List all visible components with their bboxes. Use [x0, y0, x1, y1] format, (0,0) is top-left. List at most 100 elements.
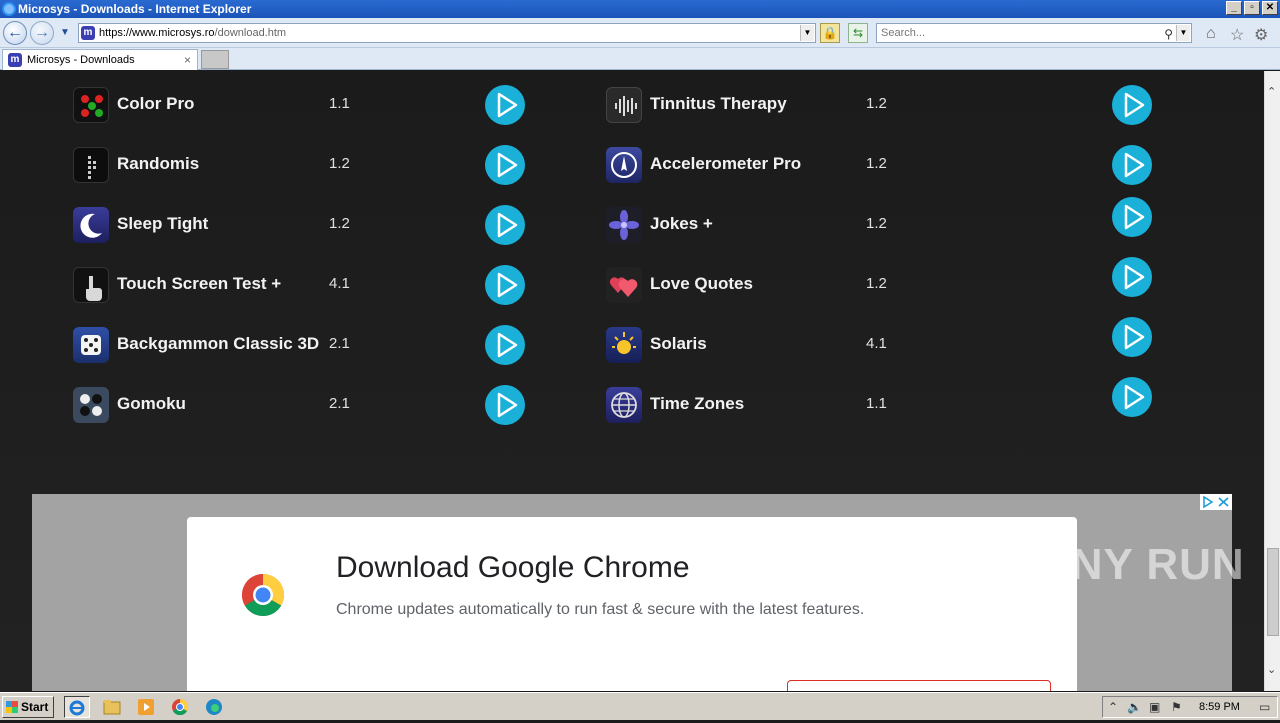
vertical-scrollbar[interactable]: ⌃ ⌄: [1264, 71, 1280, 691]
color-pro-icon: [73, 87, 109, 123]
app-version: 4.1: [329, 275, 350, 292]
advertisement-banner[interactable]: Download Google Chrome Chrome updates au…: [32, 494, 1232, 691]
app-name[interactable]: Sleep Tight: [117, 214, 208, 234]
app-row: Color Pro 1.1: [73, 85, 533, 125]
app-name[interactable]: Solaris: [650, 334, 707, 354]
action-center-flag-icon[interactable]: ⚑: [1171, 697, 1182, 717]
search-icon[interactable]: ⚲: [1164, 25, 1173, 43]
taskbar-media-player-icon[interactable]: [133, 696, 159, 718]
download-play-button[interactable]: [485, 145, 525, 185]
play-icon: [497, 152, 518, 178]
app-name[interactable]: Jokes +: [650, 214, 713, 234]
address-dropdown-icon[interactable]: ▼: [800, 25, 814, 41]
app-version: 2.1: [329, 335, 350, 352]
taskbar-file-explorer-icon[interactable]: [99, 696, 125, 718]
close-button[interactable]: ✕: [1262, 1, 1278, 15]
app-name[interactable]: Gomoku: [117, 394, 186, 414]
maximize-button[interactable]: ▫: [1244, 1, 1260, 15]
url-host: https://www.microsys.ro: [99, 27, 215, 39]
play-icon: [497, 212, 518, 238]
app-name[interactable]: Backgammon Classic 3D: [117, 334, 319, 354]
app-version: 1.1: [866, 395, 887, 412]
download-play-button[interactable]: [485, 385, 525, 425]
window-title-bar: Microsys - Downloads - Internet Explorer…: [0, 0, 1280, 18]
clock[interactable]: 8:59 PM: [1199, 697, 1240, 717]
app-row: Tinnitus Therapy 1.2: [606, 85, 1156, 125]
download-play-button[interactable]: [485, 205, 525, 245]
favorites-star-icon[interactable]: ☆: [1230, 25, 1244, 45]
tray-expand-icon[interactable]: ⌃: [1108, 697, 1118, 717]
show-desktop-icon[interactable]: ▭: [1259, 697, 1270, 717]
download-play-button[interactable]: [1112, 197, 1152, 237]
app-row: Sleep Tight 1.2: [73, 205, 533, 245]
app-row: Touch Screen Test + 4.1: [73, 265, 533, 305]
globe-icon: [606, 387, 642, 423]
ad-card[interactable]: Download Google Chrome Chrome updates au…: [187, 517, 1077, 691]
tab-label: Microsys - Downloads: [27, 54, 135, 66]
download-play-button[interactable]: [485, 265, 525, 305]
app-version: 1.2: [866, 95, 887, 112]
play-icon: [1124, 264, 1145, 290]
dice-icon: [73, 327, 109, 363]
home-icon[interactable]: ⌂: [1206, 25, 1216, 43]
tab-close-icon[interactable]: ×: [184, 50, 191, 70]
settings-gear-icon[interactable]: ⚙: [1254, 25, 1268, 45]
taskbar-internet-explorer-icon[interactable]: [64, 696, 90, 718]
app-name[interactable]: Randomis: [117, 154, 199, 174]
windows-flag-icon: [6, 701, 18, 713]
download-play-button[interactable]: [1112, 317, 1152, 357]
ad-subtitle: Chrome updates automatically to run fast…: [336, 601, 865, 618]
scroll-up-arrow-icon[interactable]: ⌃: [1267, 85, 1276, 98]
taskbar-edge-icon[interactable]: [201, 696, 227, 718]
touch-screen-icon: [73, 267, 109, 303]
play-icon: [1124, 324, 1145, 350]
minimize-button[interactable]: _: [1226, 1, 1242, 15]
search-dropdown-icon[interactable]: ▼: [1176, 25, 1190, 41]
app-row: Time Zones 1.1: [606, 377, 1156, 425]
app-name[interactable]: Tinnitus Therapy: [650, 94, 787, 114]
taskbar: Start ⌃ 🔈 ▣ ⚑ 8:59 PM ▭: [0, 692, 1280, 720]
refresh-button[interactable]: ⇆: [848, 23, 868, 43]
start-label: Start: [21, 700, 49, 714]
network-icon[interactable]: ▣: [1149, 697, 1160, 717]
ad-title[interactable]: Download Google Chrome: [336, 551, 690, 585]
new-tab-button[interactable]: [201, 50, 229, 69]
scrollbar-thumb[interactable]: [1267, 548, 1279, 636]
start-button[interactable]: Start: [2, 696, 54, 718]
taskbar-chrome-icon[interactable]: [167, 696, 193, 718]
back-button[interactable]: ←: [3, 21, 27, 45]
tab-microsys-downloads[interactable]: m Microsys - Downloads ×: [2, 49, 198, 70]
history-dropdown-icon[interactable]: ▼: [60, 27, 70, 38]
app-row: Backgammon Classic 3D 2.1: [73, 325, 533, 365]
play-icon: [497, 392, 518, 418]
app-name[interactable]: Time Zones: [650, 394, 744, 414]
ad-download-button[interactable]: [787, 680, 1051, 691]
chrome-logo-icon: [241, 573, 285, 617]
app-name[interactable]: Color Pro: [117, 94, 194, 114]
search-input[interactable]: Search... ⚲ ▼: [876, 23, 1192, 43]
play-icon: [1124, 92, 1145, 118]
download-play-button[interactable]: [1112, 145, 1152, 185]
security-lock-icon[interactable]: 🔒: [820, 23, 840, 43]
forward-arrow-icon: →: [34, 24, 50, 41]
download-play-button[interactable]: [1112, 257, 1152, 297]
app-version: 1.2: [866, 275, 887, 292]
download-play-button[interactable]: [485, 325, 525, 365]
tab-favicon-icon: m: [8, 53, 22, 67]
forward-button[interactable]: →: [30, 21, 54, 45]
app-version: 2.1: [329, 395, 350, 412]
scroll-down-arrow-icon[interactable]: ⌄: [1267, 663, 1276, 676]
play-icon: [497, 92, 518, 118]
anyrun-watermark: ANY RUN: [1038, 540, 1245, 589]
adchoices-icon[interactable]: [1200, 494, 1232, 510]
download-play-button[interactable]: [485, 85, 525, 125]
app-name[interactable]: Touch Screen Test +: [117, 274, 281, 294]
back-arrow-icon: ←: [7, 24, 23, 41]
download-play-button[interactable]: [1112, 377, 1152, 417]
download-play-button[interactable]: [1112, 85, 1152, 125]
address-bar[interactable]: m https://www.microsys.ro/download.htm ▼: [78, 23, 816, 43]
volume-icon[interactable]: 🔈: [1127, 697, 1142, 717]
app-name[interactable]: Love Quotes: [650, 274, 753, 294]
sleep-tight-icon: [73, 207, 109, 243]
app-name[interactable]: Accelerometer Pro: [650, 154, 801, 174]
